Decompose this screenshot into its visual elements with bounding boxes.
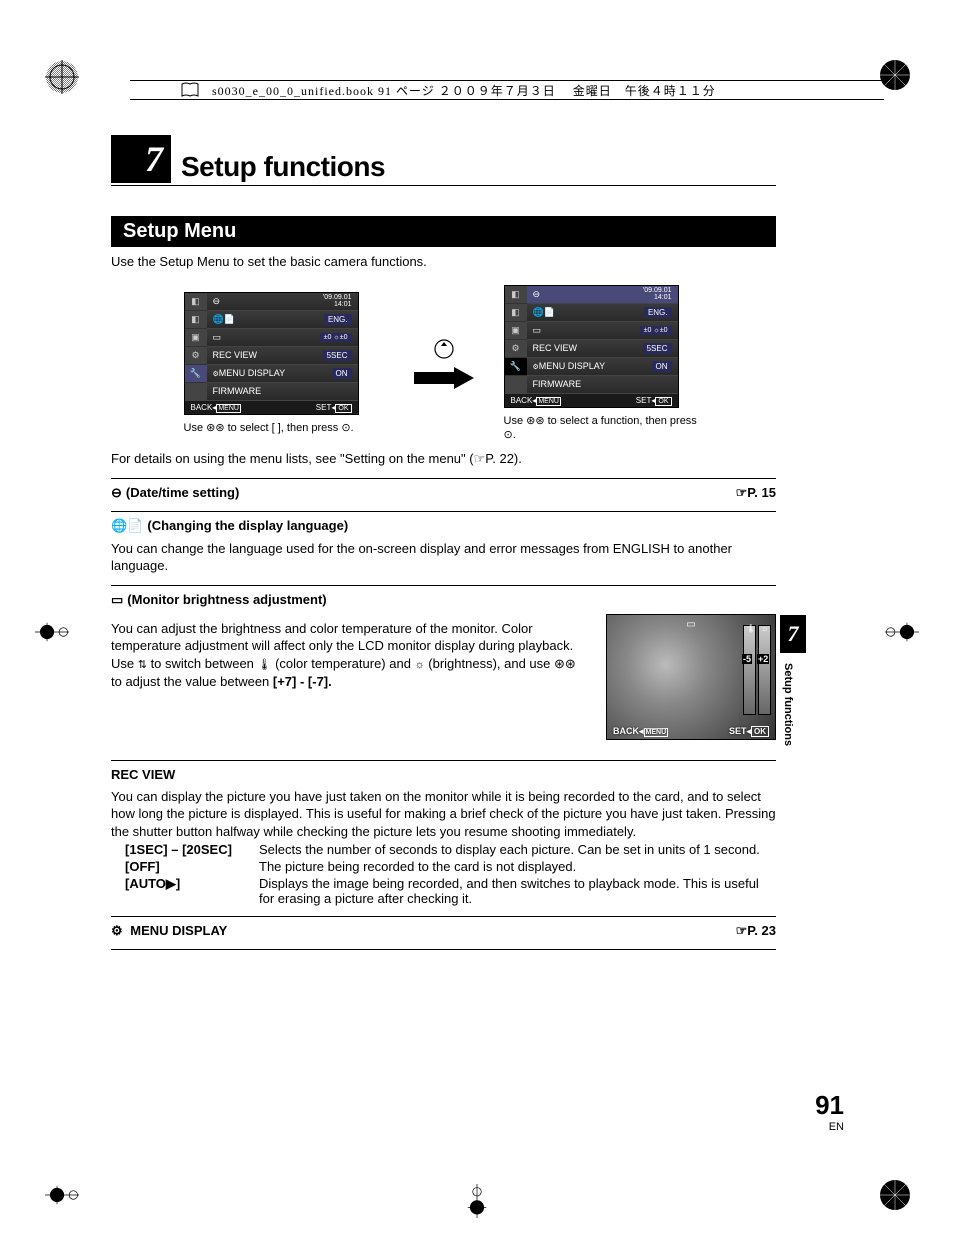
regmark-top-left	[45, 60, 79, 94]
intro-text: Use the Setup Menu to set the basic came…	[111, 253, 776, 271]
row-lang-heading: 🌐📄(Changing the display language)	[111, 518, 776, 534]
page-ref-23: ☞P. 23	[736, 923, 776, 939]
thermometer-icon: 🌡	[258, 658, 272, 673]
row-date-heading: ⊖(Date/time setting) ☞P. 15	[111, 485, 776, 501]
regmark-bot-right	[878, 1178, 912, 1212]
header-text: s0030_e_00_0_unified.book 91 ページ ２００９年７月…	[212, 82, 716, 99]
caption-left: Use ⊛⊛ to select [ ], then press ⊙.	[184, 421, 384, 435]
row-monitor-heading: ▭(Monitor brightness adjustment)	[111, 592, 776, 608]
running-header: s0030_e_00_0_unified.book 91 ページ ２００９年７月…	[130, 80, 884, 100]
dpad-icon	[434, 337, 454, 361]
opt-auto: [AUTO▶]Displays the image being recorded…	[125, 876, 776, 906]
transition-arrow	[414, 337, 474, 389]
monitor-top-icon: ▭	[686, 619, 695, 630]
page: s0030_e_00_0_unified.book 91 ページ ２００９年７月…	[0, 0, 954, 1258]
regmark-bot-left	[45, 1178, 79, 1212]
menu-screenshot-left: ◧◧▣⚙🔧 ⊖'09.09.0114:01 🌐📄ENG. ▭±0 ☼±0 REC…	[184, 292, 359, 415]
gear-small-icon: ⚙	[111, 923, 123, 938]
chapter-number: 7	[111, 135, 171, 183]
sun-icon: ☼	[415, 658, 425, 673]
updown-icon: ⇅	[138, 658, 147, 673]
page-number: 91 EN	[815, 1090, 844, 1133]
globe-list-icon: 🌐📄	[111, 518, 143, 533]
content: 7 Setup functions Setup Menu Use the Set…	[111, 135, 776, 956]
menu-date-icon: ⊖	[213, 296, 221, 307]
regmark-mid-right	[885, 615, 919, 649]
clock-icon: ⊖	[111, 485, 122, 500]
lang-body: You can change the language used for the…	[111, 540, 776, 575]
menu-screenshot-right: ◧◧▣⚙🔧 ⊖'09.09.0114:01 🌐📄ENG. ▭±0 ☼±0 REC…	[504, 285, 679, 408]
chapter-header: 7 Setup functions	[111, 135, 776, 183]
page-ref: ☞P. 15	[736, 485, 776, 501]
monitor-preview: ▭ 🌡-5 ☼+2 BACK◂MENUSET◂OK	[606, 614, 776, 740]
side-tab-text: Setup functions	[780, 659, 796, 750]
regmark-mid-left	[35, 615, 69, 649]
opt-off: [OFF]The picture being recorded to the c…	[125, 859, 776, 874]
chapter-title: Setup functions	[181, 151, 385, 183]
rec-view-heading: REC VIEW	[111, 767, 776, 782]
row-menu-display: ⚙ MENU DISPLAY ☞P. 23	[111, 923, 776, 939]
section-title: Setup Menu	[111, 216, 776, 247]
side-tab-number: 7	[780, 615, 806, 653]
arrow-right-icon	[414, 367, 474, 389]
monitor-icon: ▭	[111, 592, 123, 607]
book-icon	[180, 82, 200, 98]
menu-screenshots: ◧◧▣⚙🔧 ⊖'09.09.0114:01 🌐📄ENG. ▭±0 ☼±0 REC…	[111, 285, 776, 443]
opt-1sec: [1SEC] – [20SEC]Selects the number of se…	[125, 842, 776, 857]
side-tab: 7 Setup functions	[780, 615, 806, 750]
rec-view-options: [1SEC] – [20SEC]Selects the number of se…	[125, 842, 776, 906]
rec-view-body: You can display the picture you have jus…	[111, 788, 776, 841]
monitor-body: You can adjust the brightness and color …	[111, 620, 590, 740]
caption-right: Use ⊛⊛ to select a function, then press …	[504, 414, 704, 443]
regmark-bot-center	[460, 1184, 494, 1218]
details-line: For details on using the menu lists, see…	[111, 450, 776, 468]
